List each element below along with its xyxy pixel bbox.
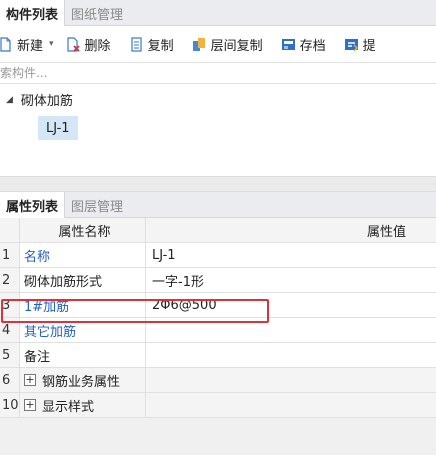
- table-row[interactable]: 5 备注: [0, 343, 436, 368]
- header-property-value: 属性值: [366, 224, 406, 240]
- search-bar: [0, 62, 436, 84]
- property-tab-strip: 属性列表 图层管理: [0, 192, 436, 218]
- tab-property-list[interactable]: 属性列表: [0, 192, 66, 218]
- row-index: 1: [0, 243, 20, 267]
- new-file-icon: [0, 36, 13, 52]
- layer-copy-icon: [192, 37, 207, 52]
- copy-icon: [129, 36, 144, 52]
- table-row-group[interactable]: 6 + 钢筋业务属性: [0, 368, 436, 393]
- layer-copy-button[interactable]: 层间复制: [188, 31, 267, 57]
- collapse-triangle-icon[interactable]: ◢: [6, 95, 13, 105]
- component-tree: ◢ 砌体加筋 LJ-1: [0, 84, 436, 176]
- delete-button[interactable]: 删除: [62, 31, 115, 57]
- property-name: 砌体加筋形式: [20, 268, 146, 292]
- expand-plus-icon[interactable]: +: [24, 399, 36, 411]
- property-name: 名称: [20, 243, 146, 267]
- row-index: 2: [0, 268, 20, 292]
- table-row[interactable]: 1 名称 LJ-1: [0, 243, 436, 268]
- tab-layer-management[interactable]: 图层管理: [65, 192, 129, 218]
- row-index: 10: [0, 393, 20, 417]
- tree-node-masonry-rebar[interactable]: ◢ 砌体加筋: [6, 90, 73, 109]
- archive-button[interactable]: 存档: [277, 31, 330, 57]
- grid-header: 属性名称 属性值: [0, 218, 436, 243]
- archive-icon: [281, 37, 296, 52]
- chevron-down-icon: ▾: [49, 39, 54, 49]
- table-row[interactable]: 4 其它加筋: [0, 318, 436, 343]
- property-name: 其它加筋: [20, 318, 146, 342]
- property-group-name: + 钢筋业务属性: [20, 368, 146, 392]
- panel-splitter[interactable]: [0, 176, 436, 192]
- table-row[interactable]: 3 1#加筋 2Φ6@500: [0, 293, 436, 318]
- delete-icon: [66, 36, 81, 52]
- copy-button[interactable]: 复制: [125, 31, 178, 57]
- property-grid: 属性名称 属性值 1 名称 LJ-1 2 砌体加筋形式 一字-1形 3 1#加筋…: [0, 218, 436, 418]
- extract-icon: [344, 37, 359, 52]
- property-value[interactable]: [146, 343, 436, 367]
- property-value[interactable]: LJ-1: [146, 243, 436, 267]
- expand-plus-icon[interactable]: +: [24, 374, 36, 386]
- table-row[interactable]: 2 砌体加筋形式 一字-1形: [0, 268, 436, 293]
- property-name: 备注: [20, 343, 146, 367]
- property-group-name: + 显示样式: [20, 393, 146, 417]
- tab-drawing-management[interactable]: 图纸管理: [65, 0, 129, 26]
- row-index: 5: [0, 343, 20, 367]
- property-value[interactable]: 2Φ6@500: [146, 293, 436, 317]
- row-index: 4: [0, 318, 20, 342]
- property-value[interactable]: 一字-1形: [146, 268, 436, 292]
- toolbar: 新建 ▾ 删除 复制 层间复制 存档 提: [0, 26, 436, 62]
- header-property-name: 属性名称: [20, 218, 146, 242]
- property-name: 1#加筋: [20, 293, 146, 317]
- header-index: [0, 218, 20, 242]
- property-value: [146, 368, 436, 392]
- property-value[interactable]: [146, 318, 436, 342]
- tab-component-list[interactable]: 构件列表: [0, 0, 66, 26]
- component-tab-strip: 构件列表 图纸管理: [0, 0, 436, 26]
- search-input[interactable]: [0, 63, 424, 83]
- extract-button[interactable]: 提: [340, 31, 380, 57]
- row-index: 6: [0, 368, 20, 392]
- row-index: 3: [0, 293, 20, 317]
- property-value: [146, 393, 436, 417]
- tree-item-lj-1[interactable]: LJ-1: [38, 116, 78, 140]
- table-row-group[interactable]: 10 + 显示样式: [0, 393, 436, 418]
- new-button[interactable]: 新建 ▾: [0, 31, 58, 57]
